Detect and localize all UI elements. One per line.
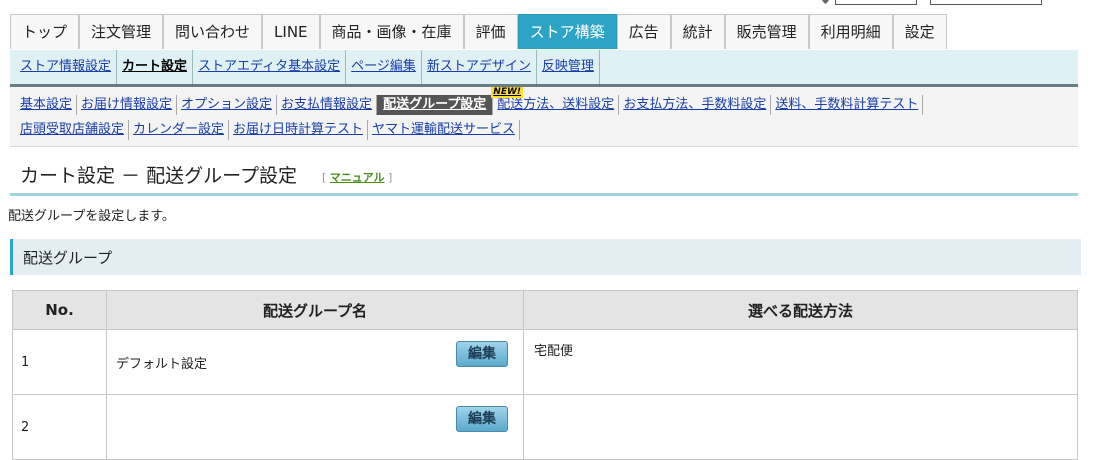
page-title: カート設定 － 配送グループ設定 [20, 165, 297, 187]
new-badge: NEW! [491, 87, 524, 98]
cart-settings-nav-row2: 店頭受取店舗設定 カレンダー設定 お届け日時計算テスト ヤマト運輸配送サービス [20, 120, 521, 142]
cart-settings-link-label: お届け日時計算テスト [233, 122, 364, 137]
cell-name: デフォルト設定 編集 [106, 329, 524, 395]
sub-nav: ストア情報設定 カート設定 ストアエディタ基本設定 ページ編集 新ストアデザイン 反映管理 [10, 50, 1078, 87]
cart-settings-link-label: 送料、手数料計算テスト [775, 97, 919, 112]
cart-settings-link-label: お支払方法、手数料設定 [623, 97, 767, 112]
cart-settings-link[interactable]: 店頭受取店舗設定 [20, 120, 130, 140]
cart-settings-nav-row1: 基本設定 お届け情報設定 オプション設定 お支払情報設定 配送グループ設定 NEW! 配送方… [20, 87, 924, 117]
cart-settings-link-label: 基本設定 [20, 97, 73, 112]
sub-nav-item[interactable]: 新ストアデザイン [422, 50, 537, 84]
bracket-close: ] [387, 171, 393, 184]
cart-settings-link-label: お支払情報設定 [281, 97, 373, 112]
main-tab[interactable]: 商品・画像・在庫 [319, 14, 464, 49]
page-heading: カート設定 － 配送グループ設定 [ マニュアル ] [10, 155, 1078, 196]
cart-settings-link[interactable]: お支払情報設定 [277, 95, 378, 115]
cell-name: 編集 [106, 394, 524, 460]
top-control-right[interactable] [930, 0, 1042, 5]
cart-settings-link-label: 配送グループ設定 [383, 97, 487, 112]
main-tab[interactable]: 広告 [616, 14, 671, 49]
cell-no: 1 [12, 329, 107, 395]
main-tab[interactable]: 評価 [463, 14, 518, 49]
col-header-methods: 選べる配送方法 [523, 290, 1078, 330]
cell-methods [523, 394, 1078, 460]
cart-settings-link[interactable]: ヤマト運輸配送サービス [368, 120, 521, 140]
main-tab[interactable]: 販売管理 [724, 14, 809, 49]
cart-settings-link[interactable]: お支払方法、手数料設定 [619, 95, 772, 115]
manual-link[interactable]: マニュアル [330, 171, 385, 184]
cart-settings-link[interactable]: 送料、手数料計算テスト [771, 95, 924, 115]
cart-settings-link-label: 店頭受取店舗設定 [20, 122, 125, 137]
sub-nav-label: ストアエディタ基本設定 [198, 59, 341, 74]
section-header: 配送グループ [10, 239, 1081, 275]
table-row: 2 編集 [12, 394, 1078, 460]
table-header-row: No. 配送グループ名 選べる配送方法 [12, 290, 1078, 330]
cart-settings-link-label: カレンダー設定 [133, 122, 225, 137]
cell-no: 2 [12, 394, 107, 460]
sub-nav-label: ページ編集 [351, 59, 416, 74]
sub-nav-label: 新ストアデザイン [426, 59, 531, 74]
main-tabs: トップ 注文管理 問い合わせ LINE 商品・画像・在庫 評価 ストア構築 広告 統計 販売管理利… [10, 14, 1078, 51]
cart-settings-link[interactable]: お届け日時計算テスト [229, 120, 369, 140]
delivery-group-table: No. 配送グループ名 選べる配送方法 1 デフォルト設定 編集 宅配便 2 編集 [12, 290, 1078, 460]
top-strip: ◆ [0, 0, 1118, 10]
cart-settings-link[interactable]: NEW! 配送方法、送料設定 [491, 87, 620, 115]
cart-settings-link-label: オプション設定 [181, 97, 273, 112]
cart-settings-link[interactable]: 基本設定 [20, 95, 78, 115]
main-tab[interactable]: 統計 [670, 14, 725, 49]
sub-nav-item[interactable]: ストアエディタ基本設定 [193, 50, 347, 84]
sub-nav-label: 反映管理 [541, 59, 594, 74]
main-tab[interactable]: 問い合わせ [163, 14, 263, 49]
col-header-name: 配送グループ名 [106, 290, 524, 330]
bracket-open: [ [322, 171, 327, 184]
main-tab[interactable]: 注文管理 [79, 14, 164, 49]
cell-methods: 宅配便 [523, 329, 1078, 395]
edit-button[interactable]: 編集 [456, 406, 508, 432]
manual-link-wrap: [ マニュアル ] [322, 169, 392, 185]
cart-settings-link[interactable]: カレンダー設定 [129, 120, 230, 140]
caret-icon: ◆ [822, 0, 829, 6]
cart-settings-link-label: お届け情報設定 [81, 97, 173, 112]
main-tab[interactable]: トップ [10, 14, 80, 49]
sub-nav-item[interactable]: ページ編集 [346, 50, 422, 84]
section-title: 配送グループ [23, 249, 113, 267]
sub-nav-item[interactable]: 反映管理 [537, 50, 600, 84]
cart-settings-link[interactable]: 配送グループ設定 [377, 95, 494, 115]
group-name: デフォルト設定 [116, 356, 208, 372]
top-control-left[interactable] [835, 0, 917, 5]
sub-nav-label: カート設定 [122, 59, 188, 74]
col-header-no: No. [12, 290, 107, 330]
sub-nav-label: ストア情報設定 [20, 59, 112, 74]
sub-nav-item[interactable]: ストア情報設定 [10, 50, 118, 84]
main-tab[interactable]: 利用明細 [808, 14, 893, 49]
cart-settings-link[interactable]: お届け情報設定 [77, 95, 178, 115]
table-row: 1 デフォルト設定 編集 宅配便 [12, 329, 1078, 395]
cart-settings-link[interactable]: オプション設定 [177, 95, 278, 115]
cart-settings-link-label: 配送方法、送料設定 [497, 97, 615, 112]
main-tab[interactable]: ストア構築 [517, 14, 617, 49]
cart-settings-link-label: ヤマト運輸配送サービス [372, 122, 516, 137]
edit-button[interactable]: 編集 [456, 341, 508, 367]
sub-nav-item[interactable]: カート設定 [117, 50, 194, 84]
main-tab[interactable]: 設定 [892, 14, 947, 49]
cart-settings-nav: 基本設定 お届け情報設定 オプション設定 お支払情報設定 配送グループ設定 NEW! 配送方… [10, 87, 1078, 147]
page-description: 配送グループを設定します。 [8, 209, 175, 224]
main-tab[interactable]: LINE [262, 14, 320, 49]
